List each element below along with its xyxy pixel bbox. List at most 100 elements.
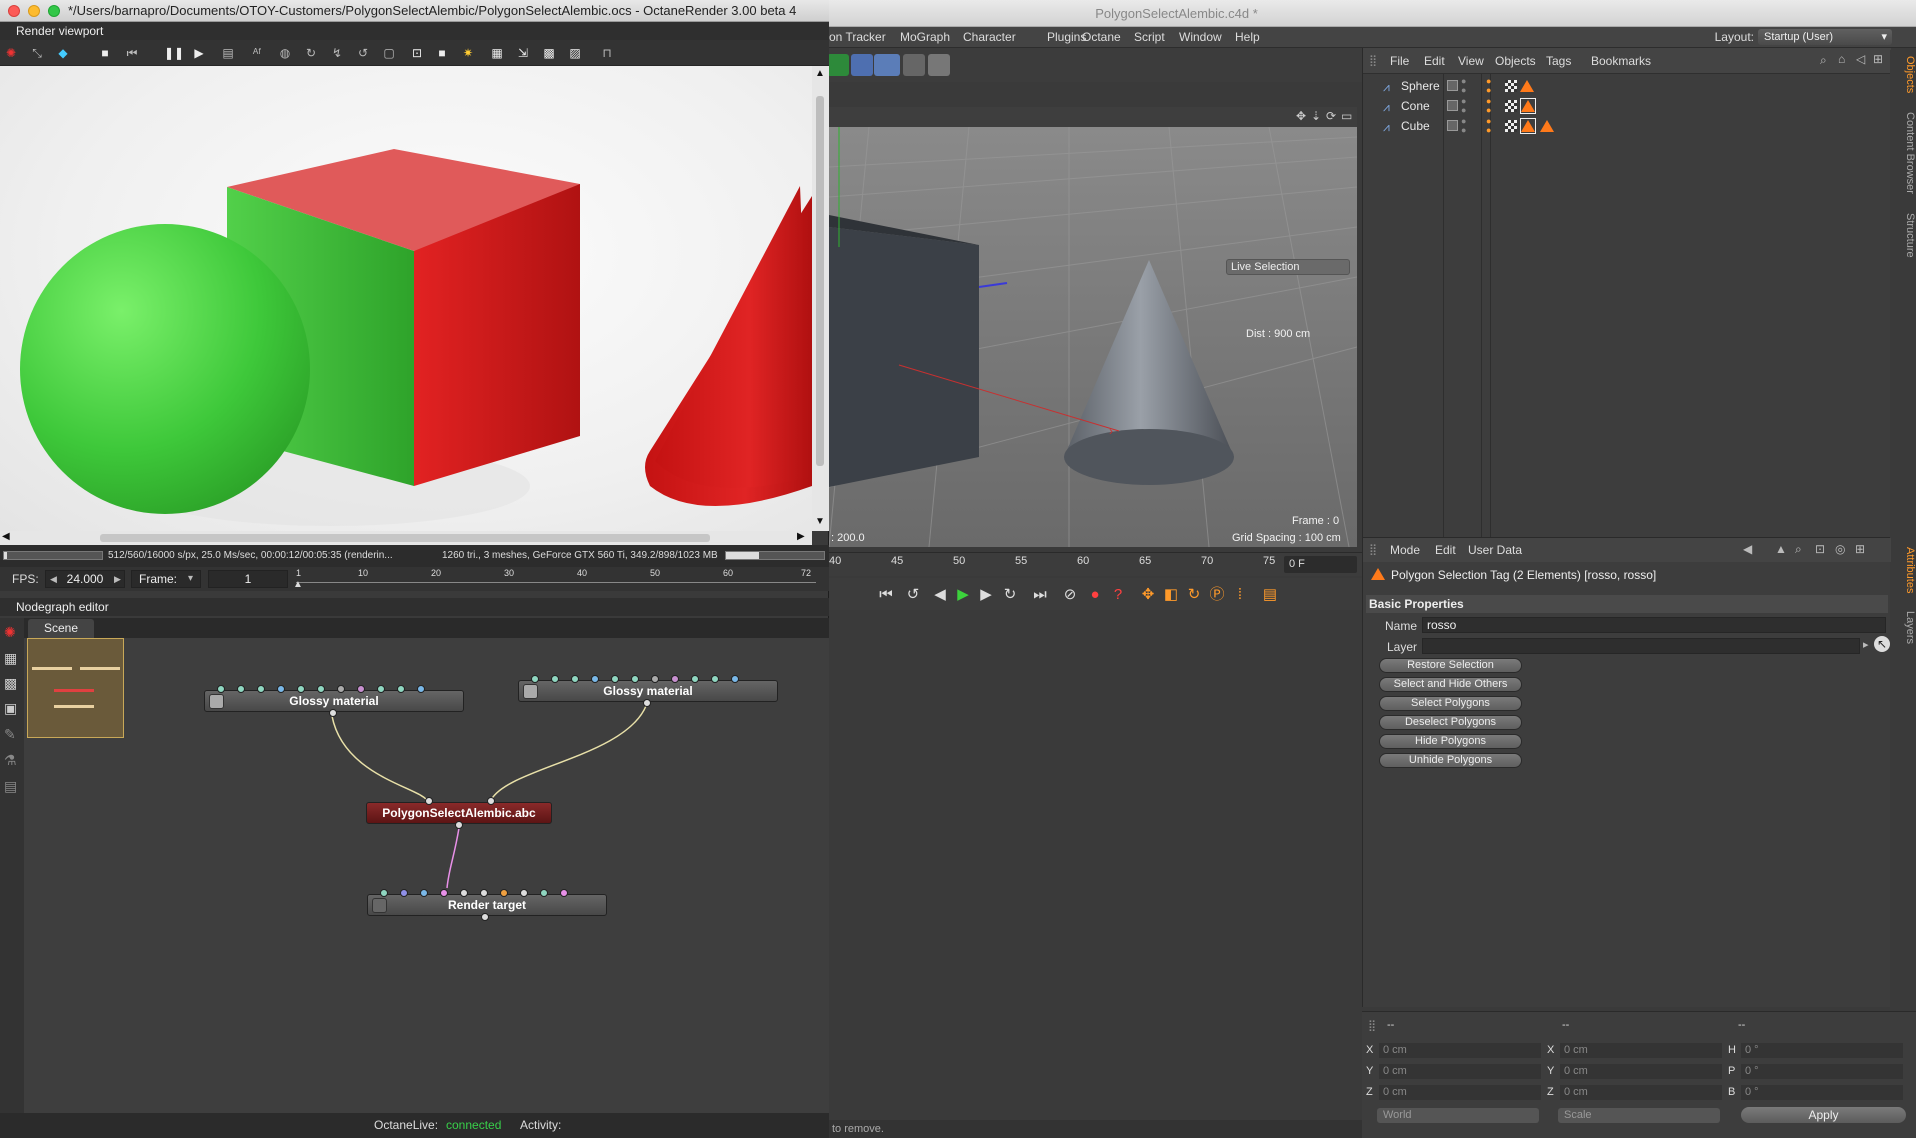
scale-z-field[interactable]: 0 cm [1560,1085,1722,1100]
node-input-pin[interactable] [540,889,548,897]
current-frame-field[interactable]: 0 F [1284,556,1357,573]
grip-icon[interactable]: ⣿ [1369,543,1377,556]
node-input-pin[interactable] [651,675,659,683]
layer-field[interactable] [1422,638,1860,654]
obj-menu-tags[interactable]: Tags [1546,54,1571,68]
realtime-icon[interactable]: ▤ [220,45,236,61]
node-input-pin[interactable] [440,889,448,897]
obj-menu-view[interactable]: View [1458,54,1484,68]
node-output-pin[interactable] [455,821,463,829]
camera-target-icon[interactable]: ↯ [329,45,345,61]
object-row-cone[interactable]: ⩘ Cone ● ● ● ● [1363,96,1891,116]
timeline-icon[interactable]: ▤ [1259,584,1281,606]
node-input-pin[interactable] [671,675,679,683]
go-to-start-icon[interactable]: ⏮ [875,584,897,606]
record-icon[interactable]: ● [1084,584,1106,606]
live-selection-label[interactable]: Live Selection [1226,259,1350,275]
af-icon[interactable]: ᴬᶠ [249,45,265,61]
fps-field[interactable]: ◀ 24.000 ▶ [45,570,125,588]
render-horizontal-scrollbar[interactable]: ◀ ▶ [0,531,812,545]
side-tab-structure[interactable]: Structure [1890,205,1916,265]
node-input-pin[interactable] [357,685,365,693]
lock-icon[interactable]: ⊓ [599,45,615,61]
unhide-polygons-button[interactable]: Unhide Polygons [1379,753,1522,768]
node-input-pin[interactable] [420,889,428,897]
node-input-pin[interactable] [551,675,559,683]
side-tab-layers[interactable]: Layers [1890,605,1916,650]
node-input-pin[interactable] [257,685,265,693]
apply-button[interactable]: Apply [1741,1107,1906,1123]
attr-menu-user-data[interactable]: User Data [1468,543,1522,557]
node-input-pin[interactable] [520,889,528,897]
node-input-pin[interactable] [377,685,385,693]
obj-menu-bookmarks[interactable]: Bookmarks [1591,54,1651,68]
horizontal-scroll-thumb[interactable] [100,534,710,542]
menu-help[interactable]: Help [1235,30,1260,44]
cube-primitive-icon[interactable] [851,54,873,76]
phong-tag-icon[interactable]: ● ● [1486,117,1491,135]
obj-menu-objects[interactable]: Objects [1495,54,1536,68]
timeline-ruler[interactable]: 40 45 50 55 60 65 70 75 [829,552,1362,576]
polygon-selection-tag-icon[interactable] [1521,100,1535,112]
white-balance-icon[interactable]: ↺ [355,45,371,61]
rotation-b-field[interactable]: 0 ° [1741,1085,1903,1100]
close-window-icon[interactable] [8,5,20,17]
name-field[interactable]: rosso [1422,617,1886,633]
go-to-end-icon[interactable]: ⏭ [1029,584,1051,606]
texture-tag-icon[interactable] [1505,100,1517,112]
node-input-pin[interactable] [380,889,388,897]
menu-tracker[interactable]: on Tracker [829,30,886,44]
node-input-pin[interactable] [237,685,245,693]
node-input-pin[interactable] [591,675,599,683]
frame-mode-dropdown[interactable]: Frame: ▾ [131,570,201,588]
menu-character[interactable]: Character [963,30,1016,44]
deselect-polygons-button[interactable]: Deselect Polygons [1379,715,1522,730]
node-input-pin[interactable] [480,889,488,897]
fps-increment-icon[interactable]: ▶ [114,571,121,587]
visibility-icon[interactable] [1447,80,1458,91]
maximize-view-icon[interactable]: ▭ [1341,109,1352,123]
vertical-scroll-thumb[interactable] [816,96,824,466]
node-output-pin[interactable] [643,699,651,707]
side-tab-objects[interactable]: Objects [1890,50,1916,100]
render-image[interactable] [0,66,812,531]
node-polygon-select-alembic[interactable]: PolygonSelectAlembic.abc [366,797,552,829]
node-output-pin[interactable] [329,709,337,717]
cube-icon[interactable]: ◆ [55,45,71,61]
select-hide-others-button[interactable]: Select and Hide Others [1379,677,1522,692]
layer-arrow-icon[interactable]: ▸ [1863,638,1869,651]
frame-cursor-icon[interactable]: ▲ [293,579,303,590]
prev-key-icon[interactable]: ↺ [902,584,924,606]
polygon-selection-tag-icon[interactable] [1540,120,1554,132]
node-glossy-material-1[interactable]: Glossy material [204,685,464,717]
node-output-pin[interactable] [481,913,489,921]
scale-key-icon[interactable]: ◧ [1160,584,1182,606]
node-input-pin[interactable] [611,675,619,683]
node-input-pin[interactable] [711,675,719,683]
pause-icon[interactable]: ❚❚ [164,45,184,61]
minimize-window-icon[interactable] [28,5,40,17]
zoom-view-icon[interactable]: ⇣ [1311,109,1321,123]
scroll-down-icon[interactable]: ▼ [815,516,825,527]
texture-tag-icon[interactable] [1505,120,1517,132]
render-icon[interactable] [827,54,849,76]
target-icon[interactable]: ◎ [1835,542,1845,556]
polygon-selection-tag-icon[interactable] [1520,80,1534,92]
position-z-field[interactable]: 0 cm [1379,1085,1541,1100]
subsample-icon[interactable]: ▨ [567,45,583,61]
search-icon[interactable]: ⌕ [1795,542,1802,557]
region-icon[interactable]: ■ [434,45,450,61]
node-input-pin[interactable] [417,685,425,693]
world-dropdown[interactable]: World [1377,1108,1539,1123]
crop-icon[interactable]: ▢ [381,45,397,61]
rotation-p-field[interactable]: 0 ° [1741,1064,1903,1079]
node-input-pin[interactable] [425,797,433,805]
c4d-viewport[interactable]: › Live Selection Dist : 900 cm Frame : 0… [829,127,1357,547]
node-input-pin[interactable] [731,675,739,683]
attr-menu-edit[interactable]: Edit [1435,543,1456,557]
node-input-pin[interactable] [400,889,408,897]
position-x-field[interactable]: 0 cm [1379,1043,1541,1058]
save-image-icon[interactable]: ▦ [489,45,505,61]
clay-mode-icon[interactable]: ▩ [541,45,557,61]
node-input-pin[interactable] [297,685,305,693]
